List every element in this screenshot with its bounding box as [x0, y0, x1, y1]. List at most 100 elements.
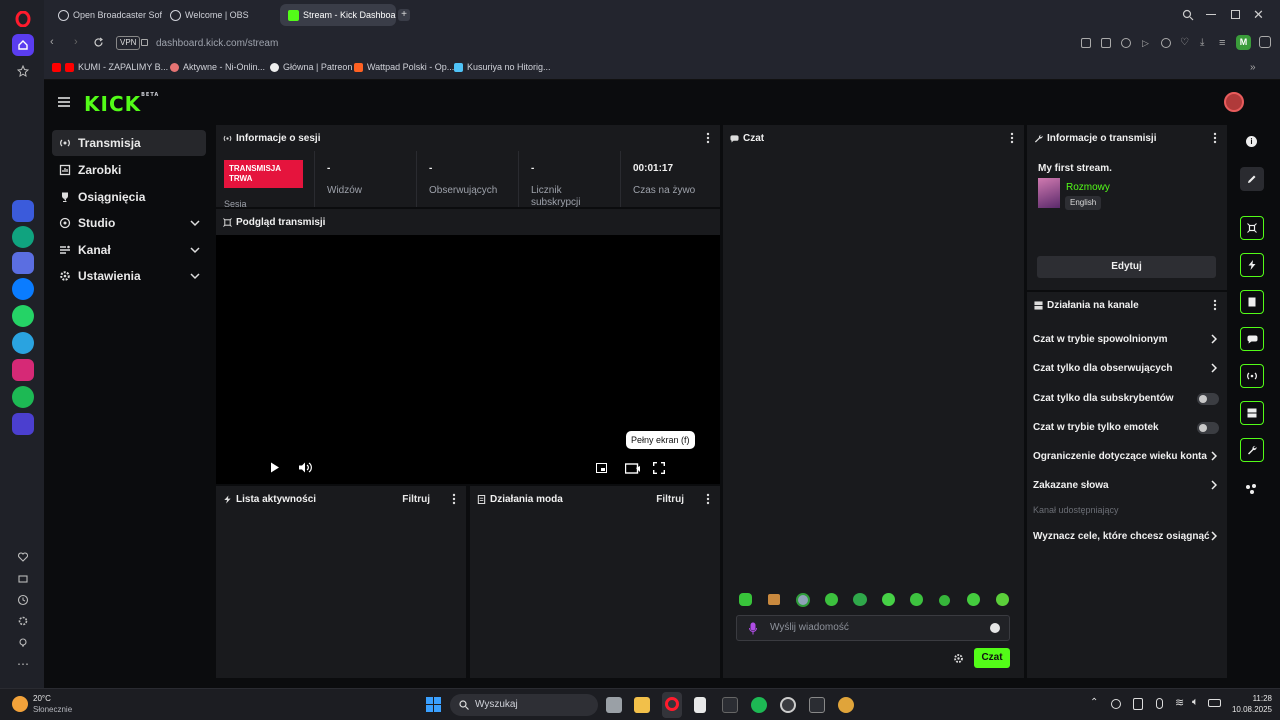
broadcast-icon[interactable] — [1240, 364, 1264, 388]
obs-recorder-icon[interactable] — [722, 697, 738, 713]
wifi-icon[interactable]: ≋ — [1175, 696, 1184, 709]
bookmark-kusuriya[interactable]: Kusuriya no Hitorig... — [454, 62, 551, 72]
emote-icon[interactable] — [996, 593, 1009, 606]
theater-mode-icon[interactable] — [625, 462, 641, 474]
more-icon[interactable]: ⋯ — [12, 653, 34, 675]
url-text[interactable]: dashboard.kick.com/stream — [156, 34, 1056, 52]
category-thumbnail[interactable] — [1038, 178, 1060, 208]
bookmark-aktywne[interactable]: Aktywne - Ni-Onlin... — [170, 62, 265, 72]
new-tab-icon[interactable]: + — [398, 9, 410, 21]
play-icon[interactable]: ▷ — [1142, 38, 1149, 49]
microphone-icon[interactable] — [749, 622, 757, 635]
kebab-menu-icon[interactable] — [1010, 132, 1014, 144]
action-set-goals[interactable]: Wyznacz cele, które chcesz osiągnąć — [1033, 525, 1221, 547]
obs-icon[interactable] — [780, 697, 796, 713]
search-tabs-icon[interactable] — [1182, 9, 1194, 21]
tray-device-icon[interactable] — [1133, 698, 1143, 710]
bookmarks-more-icon[interactable]: » — [1250, 62, 1256, 73]
filter-button[interactable]: Filtruj — [656, 494, 684, 505]
emote-icon[interactable] — [853, 593, 867, 606]
whatsapp-icon[interactable] — [12, 305, 34, 327]
tray-app-icon[interactable] — [1111, 699, 1121, 709]
windows-start-icon[interactable] — [426, 697, 441, 712]
opera-logo-icon[interactable] — [12, 8, 34, 30]
kebab-menu-icon[interactable] — [706, 132, 710, 144]
info-icon[interactable]: i — [1246, 136, 1257, 147]
emote-icon[interactable] — [796, 593, 810, 607]
tabs-icon[interactable] — [12, 568, 34, 590]
category-link[interactable]: Rozmowy — [1066, 182, 1110, 193]
share-icon[interactable] — [1081, 38, 1091, 48]
kebab-menu-icon[interactable] — [452, 493, 456, 505]
volume-tray-icon[interactable]: 🔈︎ — [1192, 696, 1199, 709]
chatgpt-icon[interactable] — [12, 226, 34, 248]
star-icon[interactable] — [12, 60, 34, 82]
close-window-icon[interactable]: ✕ — [1253, 7, 1264, 23]
tab-obs-software[interactable]: Open Broadcaster Softw... — [50, 4, 162, 26]
nav-ustawienia[interactable]: Ustawienia — [52, 263, 206, 289]
messenger-icon[interactable] — [12, 278, 34, 300]
shopping-icon[interactable] — [12, 252, 34, 274]
spotify-taskbar-icon[interactable] — [751, 697, 767, 713]
nav-zarobki[interactable]: Zarobki — [52, 157, 206, 183]
profile-avatar[interactable]: M — [1236, 35, 1251, 50]
emote-only-toggle[interactable] — [1197, 422, 1219, 434]
kebab-menu-icon[interactable] — [1213, 132, 1217, 144]
filter-button[interactable]: Filtruj — [402, 494, 430, 505]
chat-send-button[interactable]: Czat — [974, 648, 1010, 668]
action-banned-words[interactable]: Zakazane słowa — [1033, 474, 1221, 496]
kick-logo[interactable]: KICKBETA — [84, 92, 159, 116]
video-player[interactable]: Pełny ekran (f) — [216, 235, 720, 484]
reload-icon[interactable] — [93, 37, 104, 48]
edit-button[interactable]: Edytuj — [1037, 256, 1216, 278]
app-icon[interactable] — [838, 697, 854, 713]
emote-icon[interactable] — [882, 593, 895, 606]
heart-bookmark-icon[interactable]: ♡ — [1180, 37, 1189, 48]
task-view-icon[interactable] — [606, 697, 622, 713]
tab-welcome-obs[interactable]: Welcome | OBS — [162, 4, 278, 26]
action-followers-only[interactable]: Czat tylko dla obserwujących — [1033, 357, 1221, 379]
document-icon[interactable] — [1240, 290, 1264, 314]
player-icon[interactable] — [12, 413, 34, 435]
user-avatar[interactable] — [1224, 92, 1244, 112]
microphone-tray-icon[interactable] — [1156, 698, 1163, 709]
wrench-icon[interactable] — [1240, 438, 1264, 462]
flow-icon[interactable] — [1161, 38, 1171, 48]
action-slow-mode[interactable]: Czat w trybie spowolnionym — [1033, 328, 1221, 350]
history-icon[interactable] — [12, 589, 34, 611]
play-icon[interactable] — [270, 462, 280, 473]
spotify-icon[interactable] — [12, 386, 34, 408]
chat-settings-icon[interactable] — [953, 653, 964, 664]
emote-icon[interactable] — [825, 593, 838, 606]
edit-pencil-icon[interactable] — [1240, 167, 1264, 191]
lightning-icon[interactable] — [1240, 253, 1264, 277]
emote-icon[interactable] — [739, 593, 752, 606]
nav-transmisja[interactable]: Transmisja — [52, 130, 206, 156]
emote-icon[interactable] — [939, 595, 950, 606]
chat-input[interactable]: Wyślij wiadomość — [736, 615, 1010, 641]
instagram-icon[interactable] — [12, 359, 34, 381]
emoji-icon[interactable] — [990, 623, 1000, 633]
opera-taskbar-button[interactable] — [662, 692, 682, 718]
extensions-icon[interactable] — [1259, 36, 1271, 48]
terminal-icon[interactable] — [809, 697, 825, 713]
menu-lines-icon[interactable]: ≡ — [1219, 37, 1225, 49]
download-icon[interactable]: ⤓ — [1200, 37, 1204, 48]
maximize-icon[interactable] — [1231, 10, 1240, 19]
notepad-icon[interactable] — [694, 697, 706, 713]
nav-osiagniecia[interactable]: Osiągnięcia — [52, 184, 206, 210]
aria-icon[interactable] — [12, 200, 34, 222]
action-account-age[interactable]: Ograniczenie dotyczące wieku konta — [1033, 445, 1221, 467]
back-icon[interactable]: ‹ — [50, 36, 54, 48]
nav-studio[interactable]: Studio — [52, 210, 206, 236]
emote-icon[interactable] — [967, 593, 980, 606]
preview-icon[interactable] — [1240, 216, 1264, 240]
settings-icon[interactable] — [12, 610, 34, 632]
bookmark-patreon[interactable]: Główna | Patreon — [270, 62, 352, 72]
tray-chevron-up-icon[interactable]: ⌃ — [1090, 697, 1098, 708]
clock-time[interactable]: 11:28 — [1228, 694, 1272, 703]
forward-icon[interactable]: › — [74, 36, 78, 48]
layout-nodes-icon[interactable] — [1245, 483, 1257, 495]
kebab-menu-icon[interactable] — [706, 493, 710, 505]
subscribers-only-toggle[interactable] — [1197, 393, 1219, 405]
